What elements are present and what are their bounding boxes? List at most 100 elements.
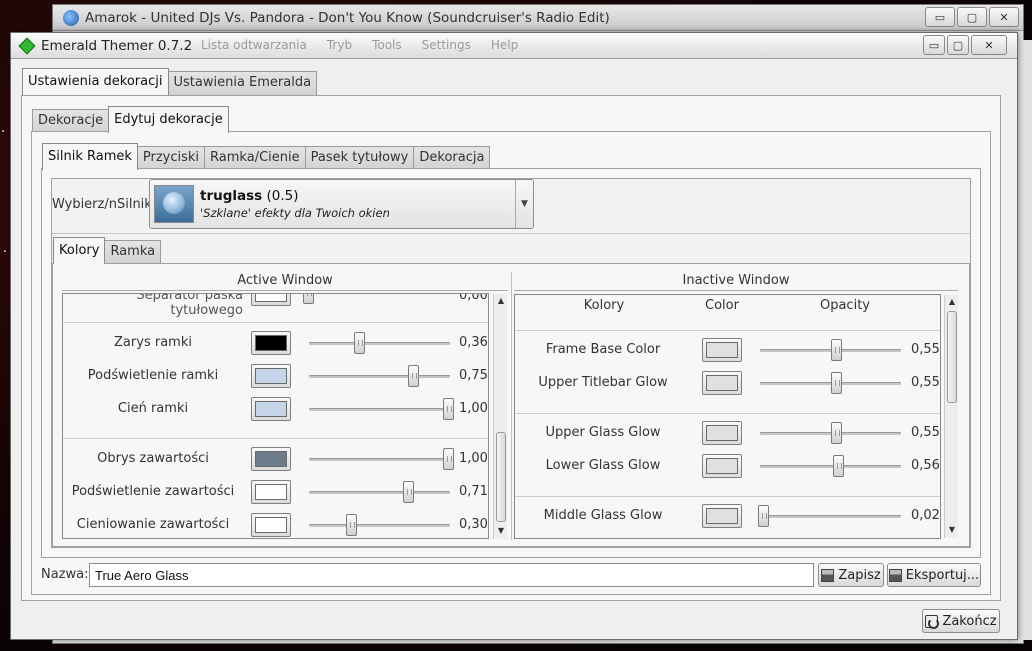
row-label: Lower Glass Glow [545,458,661,473]
export-button-label: Eksportuj... [905,567,980,583]
slider-handle[interactable] [303,294,314,304]
export-button[interactable]: Eksportuj... [887,563,981,587]
color-swatch-button[interactable] [251,331,291,355]
theme-name-input[interactable] [89,563,814,587]
slider-track[interactable] [309,458,450,461]
group-divider [515,496,940,497]
slider-handle[interactable] [345,514,357,536]
scroll-down-arrow[interactable]: ▼ [945,523,959,537]
engine-thumbnail [154,185,194,223]
scroll-up-arrow[interactable]: ▲ [494,294,508,308]
dialog-maximize-button[interactable]: ▢ [947,35,969,55]
row-label: Podświetlenie zawartości [71,484,235,499]
tab-decorations[interactable]: Dekoracje [32,109,110,133]
amarok-minimize-button[interactable]: ▭ [925,7,955,27]
amarok-maximize-button[interactable]: ▢ [957,7,987,27]
engine-name: truglass [200,188,263,204]
color-swatch-button[interactable] [251,480,291,504]
color-swatch-button[interactable] [251,397,291,421]
slider-track[interactable] [309,491,450,494]
color-swatch-button[interactable] [251,447,291,471]
color-swatch-fill [706,375,738,391]
dialog-minimize-button[interactable]: ▭ [923,35,945,55]
tab-decoration[interactable]: Dekoracja [413,146,491,170]
slider-handle[interactable] [831,339,843,361]
inner-tabbar: Kolory Ramka [53,237,162,264]
quit-button[interactable]: Zakończ [922,609,1000,633]
row-label: Frame Base Color [545,342,661,357]
amarok-close-button[interactable]: ✕ [989,7,1019,27]
emerald-gem-icon [18,37,36,54]
color-swatch-button[interactable] [702,338,742,362]
row-label: Middle Glass Glow [543,508,663,523]
engine-select-label: Wybierz/nSilnik [52,197,152,212]
row-label: Cień ramki [117,401,189,416]
ghost-menu-item: Settings [421,38,471,52]
engine-description: 'Szklane' efekty dla Twoich okien [200,206,390,220]
scroll-down-arrow[interactable]: ▼ [494,524,508,538]
partial-row-value: 0,00 [459,293,488,303]
ghost-menu-item: Lista odtwarzania [201,38,307,52]
color-swatch-button[interactable] [251,364,291,388]
slider-track[interactable] [309,342,450,345]
scroll-up-arrow[interactable]: ▲ [945,295,959,309]
tab-decoration-settings[interactable]: Ustawienia dekoracji [22,68,169,95]
slider-handle[interactable] [408,365,420,387]
dialog-close-button[interactable]: ✕ [971,35,1007,55]
exit-icon [925,614,940,629]
slider-track[interactable] [309,408,450,411]
slider-handle[interactable] [831,372,843,394]
color-swatch-fill [255,335,287,351]
color-swatch-button[interactable] [251,513,291,537]
tab-titlebar[interactable]: Pasek tytułowy [304,146,415,170]
tab-buttons[interactable]: Przyciski [136,146,206,170]
tab-edit-decorations[interactable]: Edytuj dekoracje [108,106,229,133]
slider-track[interactable] [760,515,901,518]
engine-combobox[interactable]: truglass (0.5) 'Szklane' efekty dla Twoi… [149,179,534,229]
color-swatch-button[interactable] [702,504,742,528]
slider-track[interactable] [309,524,450,527]
slider-value: 0,55 [911,425,940,440]
tab-frame-shadows[interactable]: Ramka/Cienie [204,146,306,170]
slider-handle[interactable] [402,481,414,503]
color-swatch-button[interactable] [702,454,742,478]
slider-handle[interactable] [831,422,843,444]
tab-colors[interactable]: Kolory [53,237,106,264]
slider-handle[interactable] [832,455,844,477]
row-label: Obrys zawartości [97,451,209,466]
slider-handle[interactable] [757,505,769,527]
slider-value: 0,55 [911,375,940,390]
tab-emerald-settings[interactable]: Ustawienia Emeralda [167,71,318,95]
active-window-heading: Active Window [237,273,333,288]
slider-handle[interactable] [443,448,454,470]
slider-handle[interactable] [354,332,366,354]
color-swatch-fill [706,425,738,441]
color-swatch-fill [706,508,738,524]
color-swatch-fill [255,401,287,417]
divider [514,290,958,291]
save-button[interactable]: Zapisz [818,563,884,587]
color-swatch-button[interactable] [702,371,742,395]
background-window-strip [1018,40,1032,640]
tab-frame-engine[interactable]: Silnik Ramek [42,143,138,170]
amarok-icon [63,9,79,26]
slider-value: 0,30 [459,517,488,532]
ghost-menu-item: Tools [372,38,402,52]
inactive-window-scrollbar[interactable]: ▲ ▼ [944,295,958,538]
active-window-scrollbar[interactable]: ▲ ▼ [493,294,507,539]
slider-handle[interactable] [443,398,454,420]
row-label: Podświetlenie ramki [87,368,219,383]
slider-track[interactable] [309,375,450,378]
slider-track[interactable] [760,465,901,468]
column-header-colors: Kolory [583,298,625,313]
partial-row-label: Separator paska tytułowego [136,293,243,318]
scrollbar-thumb[interactable] [496,432,506,522]
color-swatch-button[interactable] [702,421,742,445]
scrollbar-thumb[interactable] [947,311,957,403]
chevron-down-icon[interactable]: ▼ [515,180,533,228]
color-swatch-button[interactable] [251,294,291,306]
tab-frame[interactable]: Ramka [104,240,162,264]
floppy-disk-icon [821,568,835,582]
dialog-title: Emerald Themer 0.7.2 [41,37,193,54]
slider-value: 0,71 [459,484,488,499]
